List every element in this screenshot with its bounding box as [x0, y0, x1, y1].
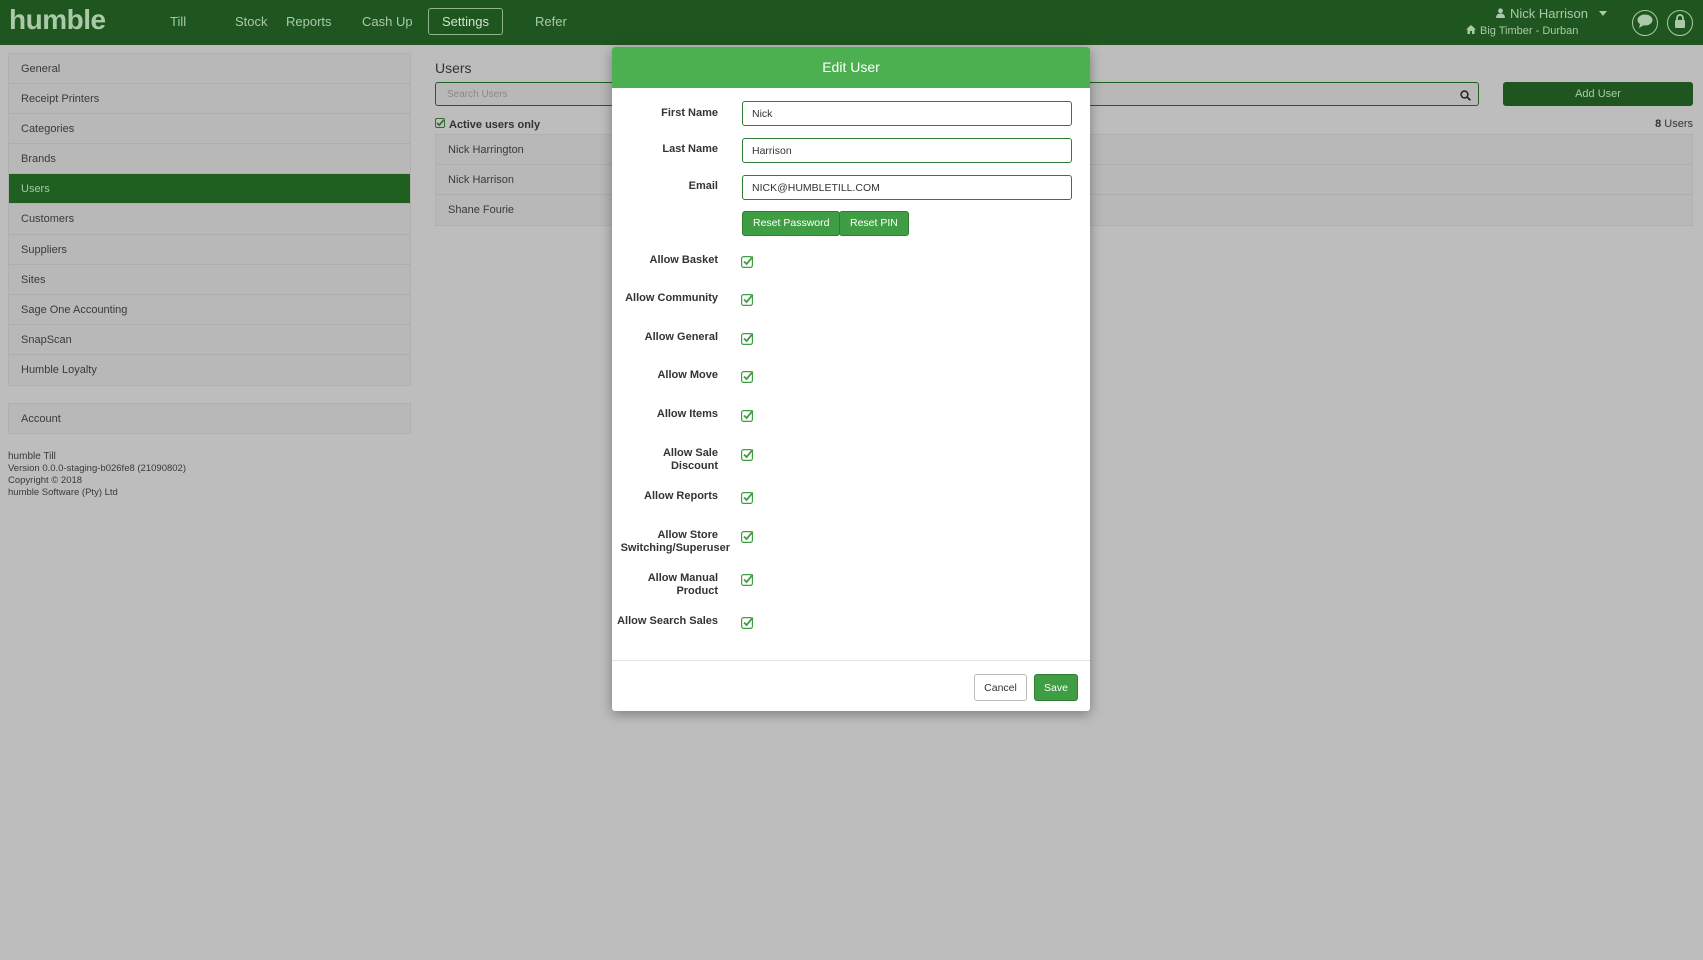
allow-move-checkbox[interactable] — [741, 370, 754, 384]
email-field-wrapper — [742, 175, 1072, 200]
edit-user-modal: Edit User First Name Last Name Email Res… — [612, 47, 1090, 711]
allow-store-switching-label: Allow Store Switching/Superuser — [621, 529, 730, 555]
copyright: Copyright © 2018 — [8, 475, 83, 486]
nav-refer[interactable]: Refer — [522, 8, 580, 35]
allow-items-label: Allow Items — [657, 408, 718, 421]
nav-reports[interactable]: Reports — [273, 8, 345, 35]
page-title: Users — [435, 60, 472, 76]
sidebar-item-categories[interactable]: Categories — [9, 114, 410, 145]
reset-pin-button[interactable]: Reset PIN — [839, 211, 909, 236]
permission-label-line: Allow Manual — [647, 572, 718, 584]
allow-general-label: Allow General — [645, 331, 718, 344]
sidebar-item-customers[interactable]: Customers — [9, 204, 410, 235]
allow-store-switching-checkbox[interactable] — [741, 530, 754, 544]
active-users-only-toggle[interactable]: Active users only — [435, 118, 540, 131]
top-nav-bar: humble Till Stock Reports Cash Up Settin… — [0, 0, 1703, 45]
save-button[interactable]: Save — [1034, 674, 1078, 701]
modal-title: Edit User — [612, 47, 1090, 88]
last-name-field[interactable] — [743, 139, 1071, 162]
permission-label-line: Discount — [670, 460, 718, 472]
nav-stock[interactable]: Stock — [222, 8, 281, 35]
user-name: Nick Harrison — [1509, 6, 1588, 21]
lock-icon — [1674, 13, 1686, 33]
last-name-field-wrapper — [742, 138, 1072, 163]
humble-logo[interactable]: humble — [9, 4, 106, 36]
cancel-button[interactable]: Cancel — [974, 674, 1027, 701]
chevron-down-icon — [1599, 11, 1607, 16]
last-name-label: Last Name — [662, 143, 718, 155]
reset-password-button[interactable]: Reset Password — [742, 211, 841, 236]
sidebar-item-receipt-printers[interactable]: Receipt Printers — [9, 84, 410, 115]
add-user-button[interactable]: Add User — [1503, 82, 1693, 106]
lock-button[interactable] — [1667, 10, 1693, 36]
permission-label-line: Allow Store — [657, 529, 718, 541]
allow-basket-label: Allow Basket — [650, 254, 718, 267]
allow-manual-product-label: Allow Manual Product — [648, 572, 718, 598]
allow-search-sales-label: Allow Search Sales — [617, 615, 718, 628]
allow-reports-checkbox[interactable] — [741, 491, 754, 505]
checkbox-checked-icon[interactable] — [435, 118, 445, 131]
search-icon[interactable] — [1460, 88, 1471, 106]
allow-general-checkbox[interactable] — [741, 332, 754, 346]
allow-reports-label: Allow Reports — [644, 490, 718, 503]
sidebar-item-sage-one-accounting[interactable]: Sage One Accounting — [9, 295, 410, 325]
active-users-only-label: Active users only — [449, 118, 541, 131]
user-count-number: 8 — [1655, 118, 1662, 130]
sidebar-item-snapscan[interactable]: SnapScan — [9, 325, 410, 355]
nav-cash-up[interactable]: Cash Up — [349, 8, 426, 35]
nav-till[interactable]: Till — [157, 8, 199, 35]
user-menu[interactable]: Nick Harrison Big Timber - Durban — [1465, 6, 1607, 37]
sidebar-item-humble-loyalty[interactable]: Humble Loyalty — [9, 355, 410, 385]
sidebar-item-general[interactable]: General — [9, 54, 410, 85]
allow-manual-product-checkbox[interactable] — [741, 573, 754, 587]
home-icon — [1465, 25, 1476, 37]
sidebar-item-users[interactable]: Users — [9, 174, 410, 205]
nav-settings[interactable]: Settings — [428, 8, 503, 35]
permission-label-line: Allow Basket — [649, 254, 718, 266]
allow-sale-discount-checkbox[interactable] — [741, 448, 754, 462]
permission-label-line: Allow Reports — [644, 490, 718, 502]
allow-basket-checkbox[interactable] — [741, 255, 754, 269]
allow-community-checkbox[interactable] — [741, 293, 754, 307]
permission-label-line: Allow Move — [657, 369, 718, 381]
settings-sidebar: General Receipt Printers Categories Bran… — [8, 53, 411, 387]
modal-footer-divider — [612, 660, 1090, 661]
app-name: humble Till — [8, 451, 56, 462]
permission-label-line: Allow General — [644, 331, 718, 343]
allow-move-label: Allow Move — [657, 369, 718, 382]
first-name-label: First Name — [661, 107, 718, 119]
permission-label-line: Allow Search Sales — [617, 615, 718, 627]
user-count: 8 Users — [1655, 118, 1693, 130]
permission-label-line: Allow Items — [656, 408, 718, 420]
version-string: Version 0.0.0-staging-b026fe8 (21090802) — [8, 463, 186, 474]
allow-items-checkbox[interactable] — [741, 409, 754, 423]
allow-search-sales-checkbox[interactable] — [741, 616, 754, 630]
chat-button[interactable] — [1632, 10, 1658, 36]
allow-sale-discount-label: Allow Sale Discount — [663, 447, 718, 473]
chat-icon — [1637, 14, 1653, 33]
sidebar-item-account[interactable]: Account — [8, 403, 411, 434]
sidebar-item-brands[interactable]: Brands — [9, 144, 410, 175]
email-field[interactable] — [743, 176, 1071, 199]
version-info: humble Till Version 0.0.0-staging-b026fe… — [8, 451, 186, 499]
user-count-suffix: Users — [1664, 118, 1693, 130]
permission-label-line: Switching/Superuser — [620, 542, 730, 554]
first-name-field[interactable] — [743, 102, 1071, 125]
email-label: Email — [688, 180, 718, 192]
permission-label-line: Product — [676, 585, 718, 597]
sidebar-item-suppliers[interactable]: Suppliers — [9, 235, 410, 265]
company-name: humble Software (Pty) Ltd — [8, 487, 118, 498]
permission-label-line: Allow Community — [625, 292, 718, 304]
first-name-field-wrapper — [742, 101, 1072, 126]
user-icon — [1495, 6, 1505, 21]
permission-label-line: Allow Sale — [662, 447, 718, 459]
sidebar-item-sites[interactable]: Sites — [9, 265, 410, 295]
site-name: Big Timber - Durban — [1479, 25, 1579, 37]
allow-community-label: Allow Community — [625, 292, 718, 305]
